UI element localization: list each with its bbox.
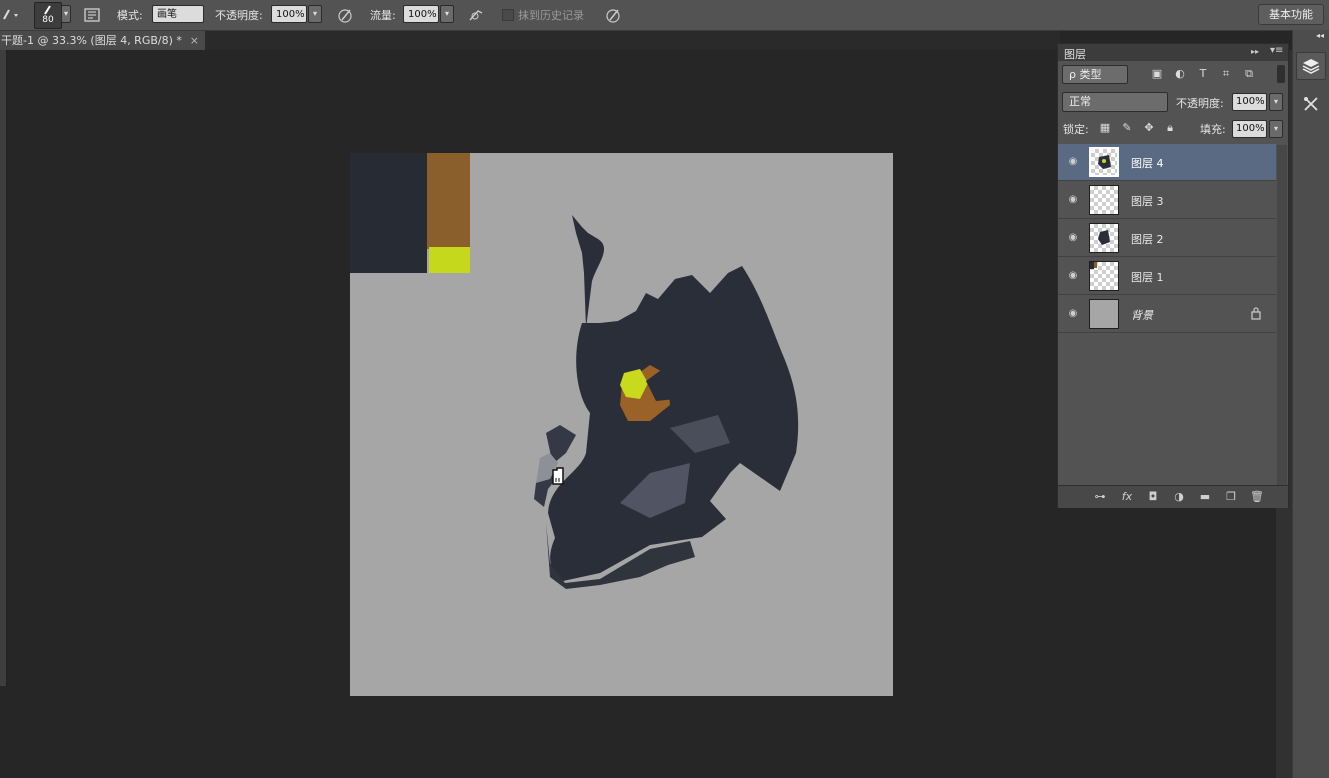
visibility-eye-icon[interactable]: ◉ [1066,270,1080,282]
layers-panel-title[interactable]: 图层 [1064,46,1086,62]
layers-panel-header: 图层 ▸▸ ▾≡ [1058,44,1288,61]
layers-panel-footer: ⊶ fx ◘ ◑ ▬ ❐ 🗑︎ [1058,485,1288,508]
trash-icon[interactable]: 🗑︎ [1248,489,1266,505]
opacity-label: 不透明度: [215,9,263,22]
workspace-switcher-button[interactable]: 基本功能 [1258,4,1324,25]
link-icon[interactable]: ⊶ [1091,489,1109,505]
shape-filter-icon[interactable]: ⌗ [1219,67,1233,81]
collapse-panel-icon[interactable]: ▸▸ [1251,47,1259,56]
lock-image-icon[interactable]: ✎ [1120,121,1134,135]
brush-tool-icon [3,9,18,20]
layer-name[interactable]: 图层 3 [1131,193,1164,209]
document-tab[interactable]: 干题-1 @ 33.3% (图层 4, RGB/8) * × [0,31,205,50]
tools-dock-button[interactable] [1296,90,1326,118]
folder-icon[interactable]: ▬ [1196,489,1214,505]
swatch-yellow [429,247,470,273]
layer-opacity-input[interactable]: 100% [1232,93,1267,111]
layer-list: ◉ 图层 4 ◉ 图层 3 ◉ 图层 2 ◉ 图层 1 ◉ 背景 [1058,144,1276,334]
dock-collapse-icon[interactable]: ◂◂ [1316,31,1328,41]
layer-row[interactable]: ◉ 图层 4 [1058,144,1276,181]
flow-label: 流量: [370,9,396,22]
painting [350,153,799,589]
layer-row[interactable]: ◉ 图层 2 [1058,220,1276,257]
pressure-size-icon[interactable] [603,5,623,25]
layers-dock-button[interactable] [1296,52,1326,80]
brush-size-picker[interactable]: 80 [34,2,62,29]
layer-row[interactable]: ◉ 背景 [1058,296,1276,333]
visibility-eye-icon[interactable]: ◉ [1066,308,1080,320]
brush-settings-icon [1304,97,1318,111]
lock-label: 锁定: [1063,123,1089,136]
lock-transparent-icon[interactable]: ▦ [1098,121,1112,135]
options-bar: 80 ▾ 模式: 画笔 不透明度: 100% ▾ 流量: 100% ▾ 抹到历史… [0,0,1329,31]
smart-object-filter-icon[interactable]: ⧉ [1242,67,1256,81]
close-icon[interactable]: × [190,31,199,50]
opacity-dropdown[interactable]: ▾ [308,5,322,23]
layer-opacity-dropdown[interactable]: ▾ [1269,93,1283,111]
adjustment-filter-icon[interactable]: ◐ [1173,67,1187,81]
tools-panel-edge[interactable] [0,50,7,686]
fill-input[interactable]: 100% [1232,120,1267,138]
layer-list-scrollbar[interactable] [1277,145,1287,485]
new-layer-icon[interactable]: ❐ [1222,489,1240,505]
lock-position-icon[interactable]: ✥ [1142,121,1156,135]
filter-kind-select[interactable]: ρ 类型 [1062,65,1128,84]
history-label: 抹到历史记录 [518,9,584,22]
visibility-eye-icon[interactable]: ◉ [1066,194,1080,206]
fill-label: 填充: [1200,123,1226,136]
mode-label: 模式: [117,9,143,22]
tool-preset-picker[interactable] [0,5,22,25]
layer-opacity-label: 不透明度: [1176,97,1224,110]
airbrush-icon[interactable] [466,5,486,25]
layer-thumbnail [1089,261,1119,291]
cursor-icon [552,467,564,485]
swatch-dark [350,153,427,273]
document-canvas[interactable] [350,153,893,696]
history-checkbox[interactable] [502,9,514,21]
lock-all-icon[interactable]: 🔒︎ [1163,121,1177,135]
layer-thumbnail [1089,185,1119,215]
fx-icon[interactable]: fx [1118,489,1136,505]
brush-size-value: 80 [42,15,54,25]
filter-toggle[interactable] [1277,65,1285,83]
layer-name[interactable]: 图层 1 [1131,269,1164,285]
layer-thumbnail [1089,299,1119,329]
layer-thumbnail [1089,147,1119,177]
adjustment-icon[interactable]: ◑ [1170,489,1188,505]
brush-panel-toggle-icon[interactable] [82,5,102,25]
brush-size-dropdown[interactable]: ▾ [61,5,71,23]
panel-menu-icon[interactable]: ▾≡ [1270,45,1283,56]
pressure-opacity-icon[interactable] [335,5,355,25]
blend-mode-select[interactable]: 正常 [1062,92,1168,112]
pixel-filter-icon[interactable]: ▣ [1150,67,1164,81]
layer-name[interactable]: 背景 [1131,307,1153,323]
opacity-input[interactable]: 100% [271,5,307,23]
stroke-horn [572,215,605,328]
panel-dock [1292,30,1329,778]
layer-thumbnail [1089,223,1119,253]
layer-row[interactable]: ◉ 图层 3 [1058,182,1276,219]
mask-icon[interactable]: ◘ [1144,489,1162,505]
swatch-brown [427,153,470,249]
visibility-eye-icon[interactable]: ◉ [1066,156,1080,168]
layer-name[interactable]: 图层 4 [1131,155,1164,171]
visibility-eye-icon[interactable]: ◉ [1066,232,1080,244]
flow-input[interactable]: 100% [403,5,439,23]
document-tab-title: 干题-1 @ 33.3% (图层 4, RGB/8) * [1,34,182,47]
layers-icon [1302,59,1320,74]
lock-icon [1250,306,1262,320]
layers-panel: 图层 ▸▸ ▾≡ ρ 类型 ▣ ◐ T ⌗ ⧉ 正常 不透明度: 100% ▾ … [1057,43,1289,508]
layer-name[interactable]: 图层 2 [1131,231,1164,247]
type-filter-icon[interactable]: T [1196,67,1210,81]
fill-dropdown[interactable]: ▾ [1269,120,1283,138]
layer-row[interactable]: ◉ 图层 1 [1058,258,1276,295]
flow-dropdown[interactable]: ▾ [440,5,454,23]
mode-select[interactable]: 画笔 [152,5,204,23]
